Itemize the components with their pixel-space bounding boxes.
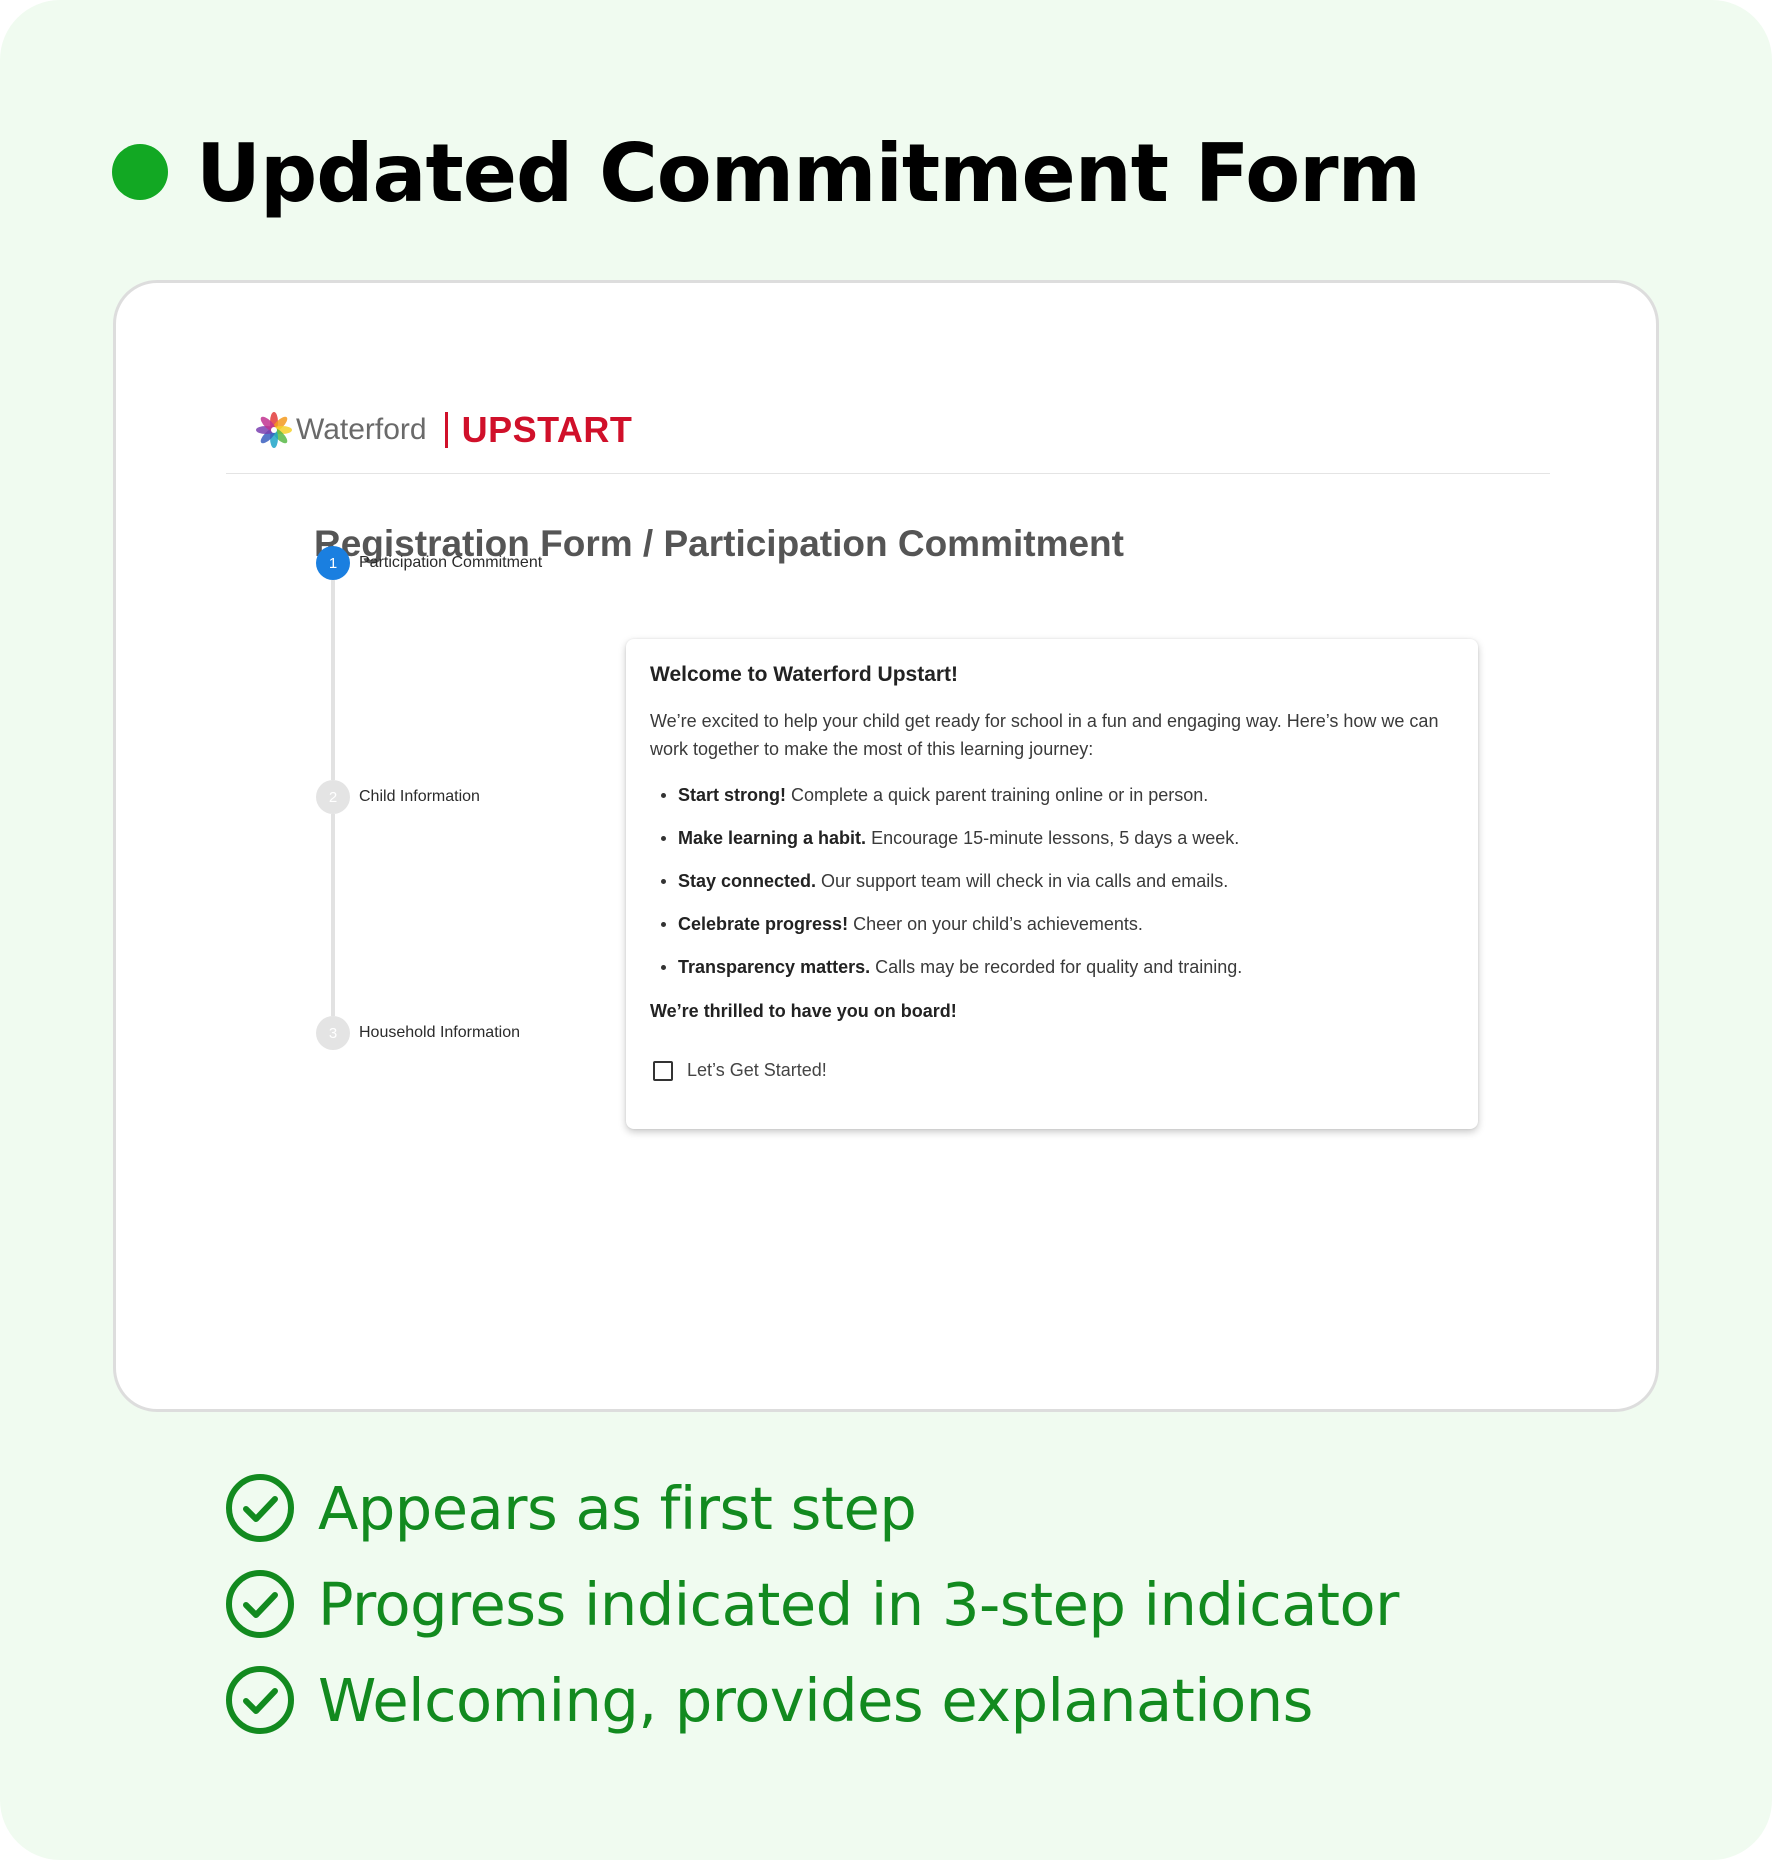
- brand-name: Waterford: [296, 413, 427, 446]
- list-item: Start strong! Complete a quick parent tr…: [650, 781, 1454, 809]
- step-number: 2: [316, 780, 350, 814]
- step-child-information[interactable]: 2 Child Information: [316, 780, 480, 814]
- list-item: Celebrate progress! Cheer on your child’…: [650, 910, 1454, 938]
- commitment-list: Start strong! Complete a quick parent tr…: [650, 781, 1454, 981]
- step-number: 3: [316, 1016, 350, 1050]
- step-participation-commitment[interactable]: 1 Participation Commitment: [316, 546, 542, 580]
- get-started-label[interactable]: Let’s Get Started!: [687, 1060, 827, 1081]
- list-item: Stay connected. Our support team will ch…: [650, 867, 1454, 895]
- benefit-text: Welcoming, provides explanations: [318, 1665, 1313, 1735]
- panel-closing: We’re thrilled to have you on board!: [650, 1001, 957, 1021]
- list-item-heading: Celebrate progress!: [678, 914, 849, 934]
- list-item-text: Encourage 15-minute lessons, 5 days a we…: [866, 828, 1240, 848]
- list-item: Make learning a habit. Encourage 15-minu…: [650, 824, 1454, 852]
- check-circle-icon: [226, 1666, 294, 1734]
- benefit-item: Welcoming, provides explanations: [224, 1660, 1674, 1740]
- check-circle-icon: [226, 1474, 294, 1542]
- waterford-flower-icon: [256, 412, 292, 448]
- benefit-text: Appears as first step: [318, 1473, 917, 1543]
- list-item-heading: Transparency matters.: [678, 957, 871, 977]
- commitment-panel: Welcome to Waterford Upstart! We’re exci…: [626, 639, 1478, 1129]
- stepper-connector-2: [331, 814, 335, 1016]
- list-item-text: Cheer on your child’s achievements.: [848, 914, 1143, 934]
- step-label: Child Information: [359, 788, 480, 805]
- list-item-heading: Start strong!: [678, 785, 786, 805]
- benefit-item: Progress indicated in 3-step indicator: [224, 1564, 1674, 1644]
- panel-intro: We’re excited to help your child get rea…: [650, 711, 1439, 759]
- step-label: Participation Commitment: [359, 554, 543, 571]
- slide: Updated Commitment Form Waterford UPSTAR: [0, 0, 1772, 1860]
- benefit-item: Appears as first step: [224, 1468, 1674, 1548]
- step-number: 1: [316, 546, 350, 580]
- list-item-text: Complete a quick parent training online …: [786, 785, 1209, 805]
- brand-product: UPSTART: [461, 409, 633, 450]
- heading-bullet-dot: [112, 144, 168, 200]
- header-divider: [226, 473, 1550, 474]
- list-item-text: Our support team will check in via calls…: [816, 871, 1229, 891]
- get-started-checkbox-row[interactable]: Let’s Get Started!: [653, 1060, 1454, 1081]
- stepper-connector-1: [331, 580, 335, 780]
- panel-title: Welcome to Waterford Upstart!: [650, 663, 959, 686]
- form-screenshot: Waterford UPSTART Registration Form / Pa…: [113, 280, 1659, 1412]
- list-item-heading: Make learning a habit.: [678, 828, 867, 848]
- slide-heading: Updated Commitment Form: [196, 127, 1421, 220]
- check-circle-icon: [226, 1570, 294, 1638]
- brand-logo: Waterford UPSTART: [254, 405, 632, 455]
- get-started-checkbox[interactable]: [653, 1060, 673, 1081]
- list-item-heading: Stay connected.: [678, 871, 817, 891]
- list-item: Transparency matters. Calls may be recor…: [650, 953, 1454, 981]
- step-household-information[interactable]: 3 Household Information: [316, 1016, 520, 1050]
- brand-separator: [444, 412, 448, 448]
- list-item-text: Calls may be recorded for quality and tr…: [870, 957, 1243, 977]
- benefit-text: Progress indicated in 3-step indicator: [318, 1569, 1399, 1639]
- step-label: Household Information: [359, 1024, 520, 1041]
